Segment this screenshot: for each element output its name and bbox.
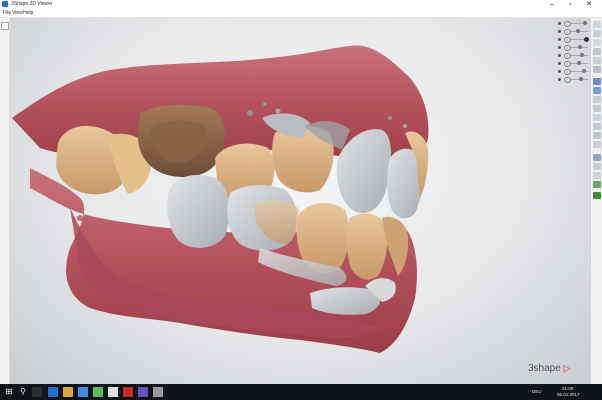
layers-icon[interactable] [593,163,601,170]
annotate-icon[interactable] [593,114,601,121]
file-explorer-icon[interactable] [63,387,73,397]
snapshot-icon[interactable] [593,132,601,139]
gray-lower-molar [167,175,230,248]
task-view-icon[interactable] [32,387,42,397]
logo-mark-icon: ▷ [563,363,571,373]
layer-dot-icon [558,22,561,25]
layer-row[interactable]: ✕ [558,68,590,75]
app-icon-viewer[interactable] [153,387,163,397]
edge-icon[interactable] [48,387,58,397]
opacity-slider-knob[interactable] [577,61,581,65]
opacity-slider-knob[interactable] [576,29,580,33]
brand-logo: 3shape ▷ [528,363,571,374]
layer-row[interactable]: ✕ [558,20,590,27]
logo-text: 3shape [528,363,561,374]
eye-icon[interactable] [564,77,571,83]
view-left-icon[interactable] [593,48,601,55]
layer-row[interactable]: ✕ [558,36,590,43]
menu-bar: File View Help [0,9,602,18]
maximize-button[interactable]: ▫ [563,0,577,9]
menu-file[interactable]: File [3,9,11,17]
left-toolbar [0,18,10,384]
layer-dot-icon [558,54,561,57]
layer-row[interactable]: ✕ [558,52,590,59]
export-icon[interactable] [593,172,601,179]
menu-help[interactable]: Help [23,9,33,17]
link-icon[interactable] [593,141,601,148]
section-icon[interactable] [593,96,601,103]
app-icon-red[interactable] [123,387,133,397]
language-indicator[interactable]: DEU [532,389,542,395]
minimize-button[interactable]: – [545,0,559,9]
eye-icon[interactable] [564,37,571,43]
opacity-slider-knob[interactable] [580,53,584,57]
layer-dot-icon [558,70,561,73]
opacity-slider-knob[interactable] [578,45,582,49]
opacity-slider-knob[interactable] [579,77,583,81]
checkmark-icon[interactable] [593,192,601,199]
opacity-slider-knob[interactable] [582,69,586,73]
view-top-icon[interactable] [593,30,601,37]
layer-dot-icon [558,62,561,65]
color-map-icon[interactable] [593,87,601,94]
close-button[interactable]: ✕ [582,0,596,9]
compare-icon[interactable] [593,123,601,130]
start-button-icon[interactable]: ⊞ [4,387,14,397]
texture-icon[interactable] [593,78,601,85]
right-toolbar [590,18,602,384]
view-bottom-icon[interactable] [593,39,601,46]
settings-icon[interactable] [593,154,601,161]
app-icon [2,1,8,7]
layer-row[interactable]: ✕ [558,60,590,67]
layer-row[interactable]: ✕ [558,76,590,83]
store-icon[interactable] [78,387,88,397]
pen-icon[interactable] [593,181,601,188]
eye-icon[interactable] [564,45,571,51]
eye-icon[interactable] [564,61,571,67]
eye-icon[interactable] [564,29,571,35]
search-icon[interactable]: ⚲ [18,387,28,397]
layer-row[interactable]: ✕ [558,44,590,51]
3d-viewport[interactable]: ✕ ✕ ✕ ✕ ✕ ✕ ✕ [10,18,590,384]
eye-icon[interactable] [564,21,571,27]
dental-scan-model [12,45,429,353]
app-icon-purple[interactable] [138,387,148,397]
view-cube-icon[interactable] [593,21,601,28]
view-front-icon[interactable] [593,66,601,73]
measure-icon[interactable] [593,105,601,112]
layer-dot-icon [558,30,561,33]
opacity-slider-knob[interactable] [584,37,589,42]
layer-dot-icon [558,46,561,49]
window-title: 3Shape 3D Viewer [11,1,53,7]
opacity-slider-knob[interactable] [583,21,587,25]
view-right-icon[interactable] [593,57,601,64]
app-icon-gray[interactable] [108,387,118,397]
layer-dot-icon [558,38,561,41]
menu-view[interactable]: View [12,9,23,17]
eye-icon[interactable] [564,69,571,75]
taskbar: ⊞ ⚲ DEU 21:09 06.01.2017 [0,384,602,400]
layer-dot-icon [558,78,561,81]
eye-icon[interactable] [564,53,571,59]
clock-date[interactable]: 06.01.2017 [557,392,580,398]
layer-row[interactable]: ✕ [558,28,590,35]
select-tool-button[interactable] [1,22,9,30]
app-icon-green[interactable] [93,387,103,397]
